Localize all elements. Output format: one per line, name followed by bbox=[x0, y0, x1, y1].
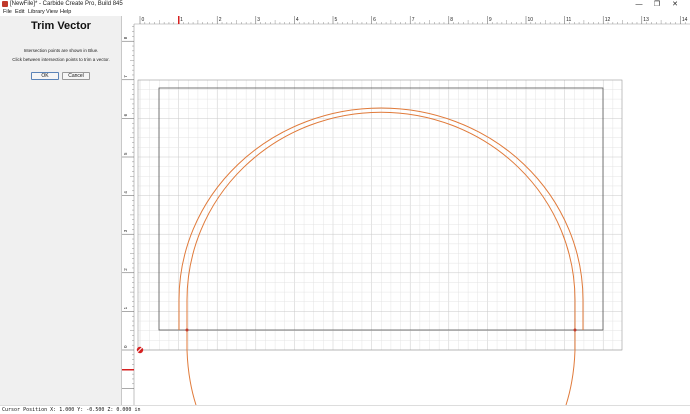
x-ruler-label: 0 bbox=[142, 17, 145, 23]
x-ruler-label: 13 bbox=[643, 17, 649, 23]
x-ruler-label: 7 bbox=[412, 17, 415, 23]
cursor-position: Cursor Position X: 1.000 Y: -0.500 Z: 0.… bbox=[2, 407, 141, 413]
x-ruler-label: 6 bbox=[373, 17, 376, 23]
intersection-point bbox=[573, 328, 577, 332]
origin-marker bbox=[136, 346, 144, 354]
x-ruler-label: 4 bbox=[296, 17, 299, 23]
x-ruler-label: 3 bbox=[257, 17, 260, 23]
x-ruler-label: 1 bbox=[180, 17, 183, 23]
x-ruler-label: 12 bbox=[605, 17, 611, 23]
x-ruler-label: 5 bbox=[335, 17, 338, 23]
x-ruler-label: 14 bbox=[682, 17, 688, 23]
status-bar: Cursor Position X: 1.000 Y: -0.500 Z: 0.… bbox=[0, 405, 690, 414]
cursor-x-marker bbox=[178, 16, 180, 24]
x-ruler-label: 10 bbox=[528, 17, 534, 23]
x-ruler-label: 11 bbox=[566, 17, 571, 23]
x-ruler-label: 9 bbox=[489, 17, 492, 23]
x-ruler-label: 8 bbox=[450, 17, 453, 23]
cursor-y-marker bbox=[122, 369, 134, 371]
design-canvas[interactable]: 0 1 2 3 4 5 6 7 8 9 10 11 12 13 14 012345678 bbox=[0, 0, 690, 414]
intersection-point bbox=[185, 328, 189, 332]
canvas-background[interactable] bbox=[122, 16, 690, 405]
x-ruler-label: 2 bbox=[219, 17, 222, 23]
horizontal-ruler-ticks: 0 1 2 3 4 5 6 7 8 9 10 11 12 13 14 bbox=[134, 16, 690, 25]
